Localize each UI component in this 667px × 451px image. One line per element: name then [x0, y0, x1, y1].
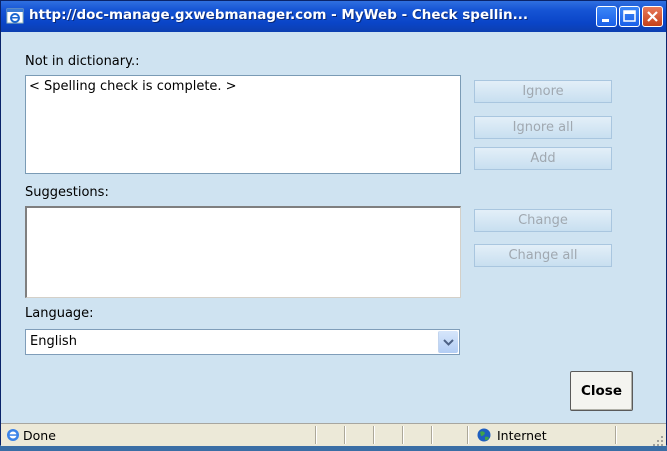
status-text: Done [23, 428, 56, 443]
zone-text: Internet [497, 428, 547, 443]
suggestions-list[interactable] [25, 206, 461, 298]
status-divider [373, 426, 375, 444]
language-selected-value: English [30, 334, 77, 349]
status-bar: Done Internet [1, 423, 666, 446]
maximize-icon [623, 10, 636, 22]
internet-zone-icon [476, 427, 492, 443]
status-divider [615, 426, 617, 444]
close-window-button[interactable] [642, 6, 663, 27]
status-divider [467, 426, 469, 444]
spellcheck-window: http://doc-manage.gxwebmanager.com - MyW… [0, 0, 667, 446]
change-all-button[interactable]: Change all [474, 244, 612, 267]
minimize-icon [602, 19, 609, 22]
change-button[interactable]: Change [474, 209, 612, 232]
close-icon [647, 11, 658, 22]
window-title: http://doc-manage.gxwebmanager.com - MyW… [29, 7, 528, 23]
maximize-button[interactable] [619, 6, 640, 27]
language-label: Language: [25, 306, 94, 321]
resize-grip-icon[interactable] [652, 432, 664, 446]
page-done-icon [5, 427, 21, 443]
add-button[interactable]: Add [474, 147, 612, 170]
not-in-dictionary-text: < Spelling check is complete. > [29, 79, 237, 94]
not-in-dictionary-label: Not in dictionary.: [25, 54, 140, 69]
ignore-all-button[interactable]: Ignore all [474, 116, 612, 139]
status-divider [431, 426, 433, 444]
ignore-button[interactable]: Ignore [474, 80, 612, 103]
language-select[interactable]: English [25, 329, 460, 355]
status-divider [315, 426, 317, 444]
title-bar[interactable]: http://doc-manage.gxwebmanager.com - MyW… [1, 1, 666, 32]
status-divider [344, 426, 346, 444]
chevron-down-icon [443, 339, 454, 346]
close-button[interactable]: Close [570, 371, 633, 411]
status-divider [402, 426, 404, 444]
internet-explorer-icon [6, 7, 25, 26]
suggestions-label: Suggestions: [25, 185, 109, 200]
minimize-button[interactable] [596, 6, 617, 27]
not-in-dictionary-textarea[interactable]: < Spelling check is complete. > [25, 75, 461, 174]
dropdown-button[interactable] [438, 331, 458, 353]
